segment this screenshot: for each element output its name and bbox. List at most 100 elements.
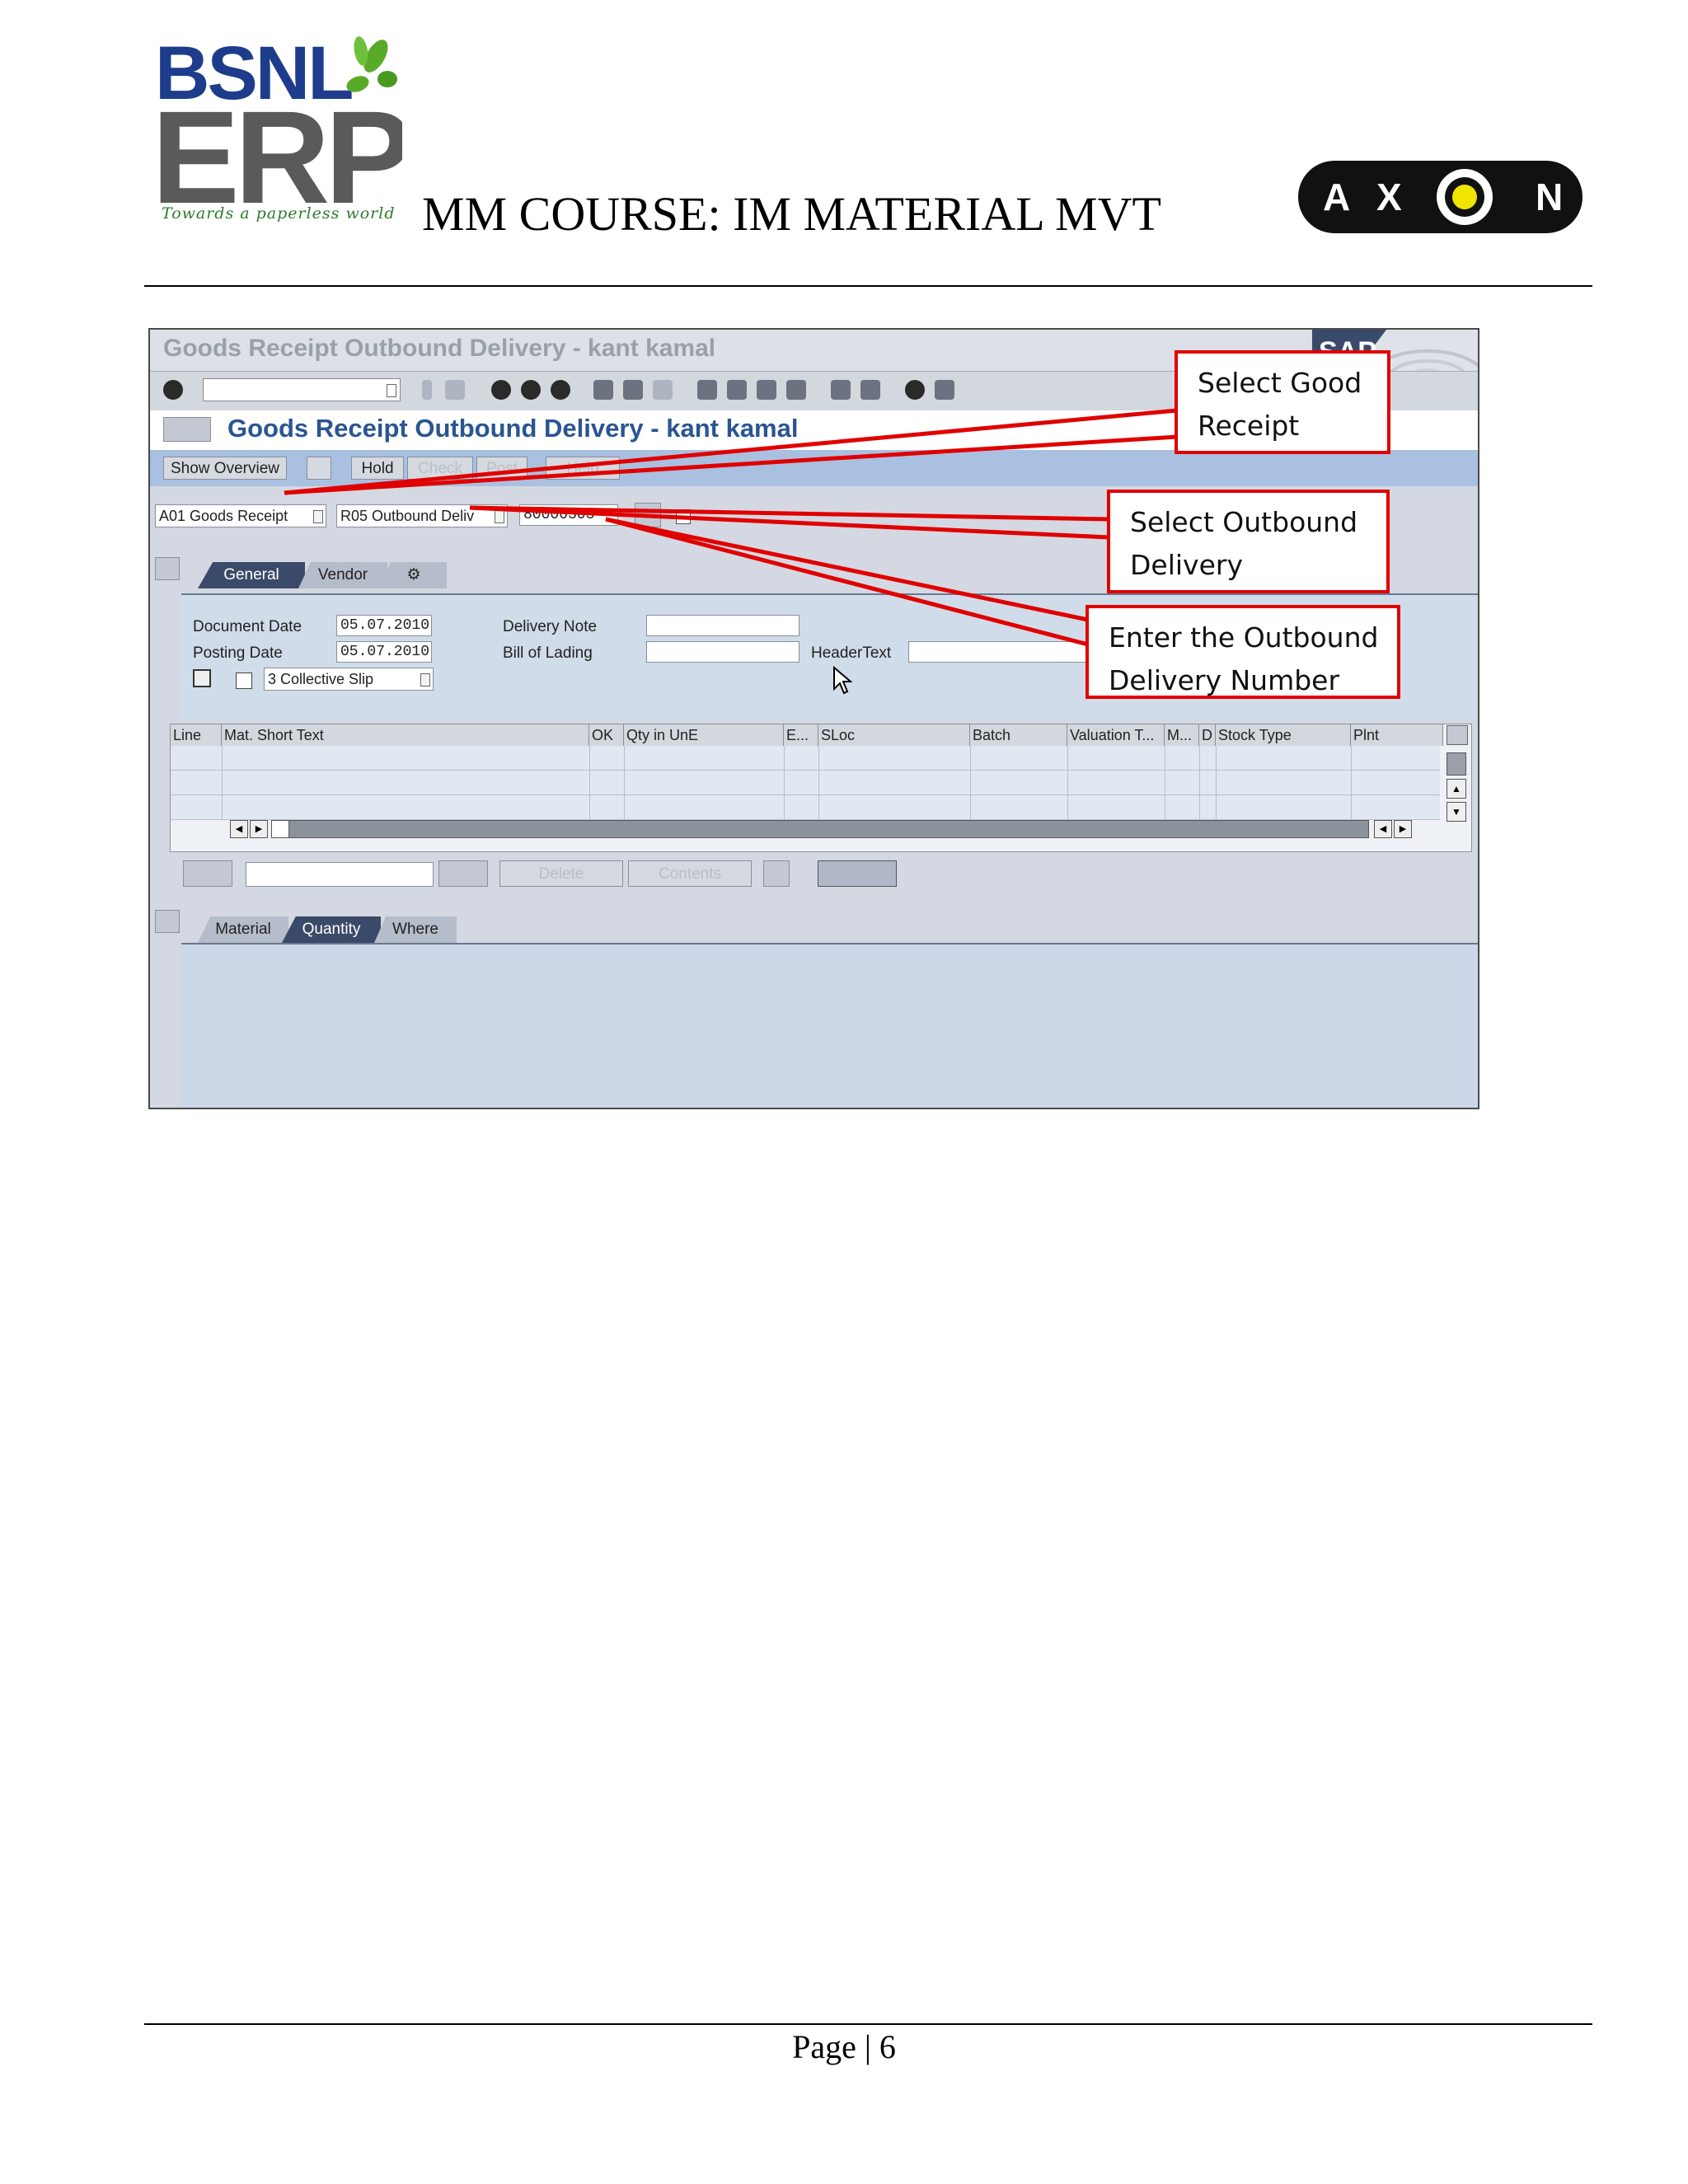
last-page-icon[interactable] [786,380,806,400]
transaction-select[interactable]: A01 Goods Receipt [155,504,326,527]
posting-date-input[interactable]: 05.07.2010 [336,641,432,663]
print-checkbox[interactable] [236,673,252,689]
column-header-qty[interactable]: Qty in UnE [624,724,784,746]
collapse-detail-icon[interactable] [155,910,180,933]
application-toolbar: Show Overview Hold Check Post Help [150,450,1478,486]
scrollbar-thumb[interactable] [271,820,289,838]
expand-icon[interactable] [763,860,790,887]
previous-page-icon[interactable] [727,380,747,400]
command-field[interactable] [203,378,401,401]
contents-button[interactable]: Contents [628,860,752,887]
column-header-m[interactable]: M... [1165,724,1199,746]
help-button[interactable]: Help [546,457,620,480]
column-header-batch[interactable]: Batch [970,724,1067,746]
leaf-icon [346,36,397,92]
scroll-right-icon[interactable]: ▶ [250,820,268,838]
delivery-note-input[interactable] [646,615,799,636]
tab-where[interactable]: Where [374,916,457,943]
transaction-value: A01 Goods Receipt [159,508,288,524]
table-row[interactable] [171,746,1440,771]
callout-text: Select Good [1198,367,1362,399]
tab-quantity[interactable]: Quantity [282,916,381,943]
callout-text: Delivery [1130,549,1243,581]
help-icon[interactable] [905,380,925,400]
header-text-label: HeaderText [811,644,892,662]
back-arrow-icon[interactable] [422,380,432,400]
callout-text: Delivery Number [1109,664,1340,696]
table-row[interactable] [171,771,1440,795]
enter-icon[interactable] [163,380,183,400]
print-icon[interactable] [193,669,211,687]
reference-document-select[interactable]: R05 Outbound Deliv [336,504,508,527]
reference-value: R05 Outbound Deliv [340,508,475,524]
callout-select-good-receipt: Select Good Receipt [1175,350,1390,454]
delivery-number-input[interactable]: 80000303 [519,504,618,526]
bsnl-logo-text: BSNL [155,35,352,104]
scrollbar-track[interactable] [271,820,1369,838]
callout-text: Receipt [1198,410,1300,442]
collapse-header-icon[interactable] [155,557,180,580]
save-icon[interactable] [445,380,465,400]
item-search-input[interactable] [246,862,434,887]
shortcut-icon[interactable] [860,380,880,400]
erp-logo-text: ERP [155,97,402,213]
exit-icon[interactable] [521,380,541,400]
show-overview-button[interactable]: Show Overview [163,457,287,480]
create-session-icon[interactable] [831,380,851,400]
post-button[interactable]: Post [476,457,528,480]
cancel-icon[interactable] [551,380,570,400]
tab-vendor[interactable]: Vendor [298,562,387,588]
column-header-sloc[interactable]: SLoc [818,724,970,746]
item-detail-icons[interactable] [818,860,897,887]
delete-button[interactable]: Delete [499,860,623,887]
column-header-ok[interactable]: OK [589,724,624,746]
column-header-d[interactable]: D [1199,724,1216,746]
menu-toggle-icon[interactable] [163,417,211,442]
check-button[interactable]: Check [407,457,473,480]
column-header-plant[interactable]: Plnt [1351,724,1443,746]
footer-rule [144,2023,1592,2025]
tab-more-icon[interactable]: ⚙ [381,562,447,588]
print-version-select[interactable]: 3 Collective Slip [264,668,434,691]
scroll-right-end-icon[interactable]: ▶ [1394,820,1412,838]
window-title: Goods Receipt Outbound Delivery - kant k… [163,335,716,362]
column-header-stock-type[interactable]: Stock Type [1216,724,1351,746]
bill-of-lading-input[interactable] [646,641,799,663]
column-header-line[interactable]: Line [171,724,222,746]
first-page-icon[interactable] [697,380,717,400]
table-settings-icon[interactable] [1447,725,1468,745]
scroll-left-end-icon[interactable]: ◀ [1374,820,1392,838]
axon-logo: A X N [1298,161,1582,233]
callout-enter-delivery-number: Enter the Outbound Delivery Number [1085,605,1400,699]
tab-general[interactable]: General [198,562,305,588]
scroll-left-icon[interactable]: ◀ [230,820,248,838]
horizontal-scrollbar[interactable]: ◀ ▶ ◀ ▶ [220,818,1456,838]
column-header-mat-short-text[interactable]: Mat. Short Text [222,724,589,746]
find-icon[interactable] [623,380,643,400]
back-icon[interactable] [491,380,511,400]
execute-icon[interactable] [635,503,661,527]
logo-tagline: Towards a paperless world [162,204,396,223]
column-header-valuation[interactable]: Valuation T... [1067,724,1165,746]
new-document-icon[interactable] [307,457,331,480]
find-items-icon[interactable] [438,860,488,887]
table-row[interactable] [171,795,1440,820]
vertical-scrollbar-thumb[interactable] [1447,752,1466,776]
next-page-icon[interactable] [757,380,776,400]
print-icon[interactable] [593,380,613,400]
scroll-up-icon[interactable]: ▲ [1447,779,1466,799]
callout-text: Enter the Outbound [1109,621,1379,654]
layout-menu-icon[interactable] [935,380,954,400]
tab-material[interactable]: Material [198,916,288,943]
column-header-e[interactable]: E... [784,724,818,746]
delivery-note-label: Delivery Note [503,618,598,635]
header-text-input[interactable] [908,641,1106,663]
hold-button[interactable]: Hold [351,457,404,480]
callout-select-outbound-delivery: Select Outbound Delivery [1107,490,1390,593]
find-next-icon[interactable] [653,380,673,400]
header-rule [144,285,1592,287]
select-all-icon[interactable] [183,860,232,887]
document-date-input[interactable]: 05.07.2010 [336,615,432,636]
hold-data-checkbox[interactable] [676,509,691,524]
posting-date-label: Posting Date [193,644,283,662]
